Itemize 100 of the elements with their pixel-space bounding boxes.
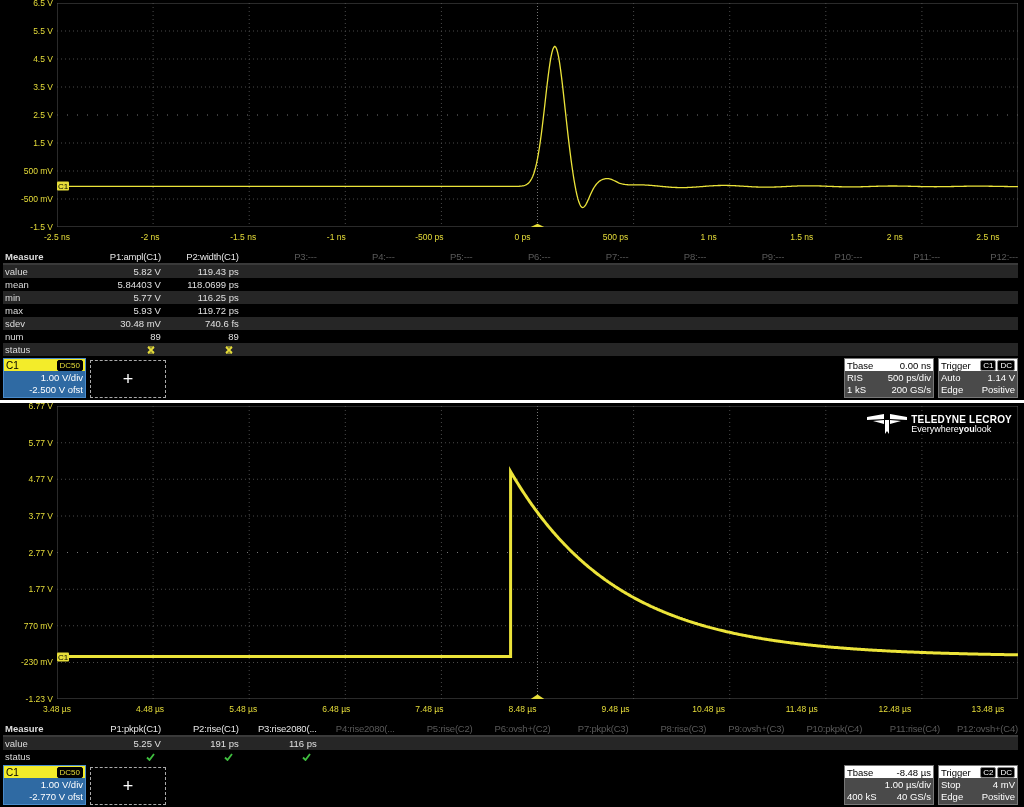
x-axis-label: 4.48 µs: [135, 704, 166, 714]
cross-icon: [224, 345, 233, 354]
parameter-header[interactable]: P2:rise(C1): [160, 722, 239, 734]
timebase-descriptor[interactable]: Tbase 0.00 ns RIS 500 ps/div 1 kS 200 GS/s: [844, 358, 934, 398]
row-label: num: [4, 331, 25, 342]
timebase-delay: -8.48 µs: [896, 766, 931, 778]
sample-rate: 200 GS/s: [890, 384, 931, 396]
measure-value: 5.25 V: [132, 738, 161, 749]
parameter-header[interactable]: P6:ovsh+(C2): [472, 722, 551, 734]
trigger-slope: Positive: [980, 384, 1015, 396]
x-axis-label: 1.5 ns: [789, 232, 815, 242]
measure-value: 5.84403 V: [116, 279, 161, 290]
sample-rate: 40 GS/s: [895, 791, 931, 803]
logo-tagline: Everywhereyoulook: [911, 424, 993, 434]
trigger-slope: Positive: [980, 791, 1015, 803]
logo-icon: [867, 414, 908, 434]
measure-value: 119.72 ps: [196, 305, 239, 316]
timebase-delay: 0.00 ns: [899, 359, 931, 371]
vertical-offset: -2.500 V ofst: [29, 384, 83, 396]
timebase-descriptor[interactable]: Tbase -8.48 µs 1.00 µs/div 400 kS 40 GS/s: [844, 765, 934, 805]
measure-value: 191 ps: [209, 738, 239, 749]
trigger-type: Edge: [941, 384, 964, 396]
parameter-header[interactable]: P6:---: [472, 250, 551, 262]
vertical-offset: -2.770 V ofst: [29, 791, 83, 803]
measure-value: 5.93 V: [132, 305, 161, 316]
parameter-header[interactable]: P12:---: [940, 250, 1018, 262]
vertical-scale: 1.00 V/div: [40, 372, 83, 384]
x-axis-label: 0 ps: [513, 232, 532, 242]
x-axis-label: -2.5 ns: [43, 232, 71, 242]
parameter-header[interactable]: P11:rise(C4): [862, 722, 941, 734]
cross-icon: [146, 345, 155, 354]
trigger-descriptor[interactable]: Trigger C1 DC Auto 1.14 V Edge Positive: [938, 358, 1018, 398]
sample-count: 400 kS: [847, 791, 877, 803]
parameter-header[interactable]: P11:---: [862, 250, 941, 262]
x-axis-label: 2 ns: [885, 232, 904, 242]
check-icon: [145, 752, 155, 761]
y-axis-label: 4.5 V: [32, 53, 54, 65]
coupling-badge: DC50: [56, 766, 83, 778]
ground-marker: C1: [57, 652, 70, 661]
y-axis-label: 1.5 V: [32, 137, 54, 149]
time-scale: 500 ps/div: [886, 372, 931, 384]
parameter-header[interactable]: P4:---: [316, 250, 395, 262]
parameter-header[interactable]: P12:ovsh+(C4): [940, 722, 1018, 734]
parameter-header[interactable]: P8:---: [628, 250, 707, 262]
y-axis-label: -230 mV: [19, 656, 54, 669]
y-axis-label: 3.77 V: [27, 509, 54, 522]
row-label: max: [4, 305, 24, 316]
channel-name: C1: [6, 359, 19, 371]
parameter-header[interactable]: P1:ampl(C1): [83, 250, 161, 262]
logo-wordmark: TELEDYNE LECROY: [911, 414, 1012, 425]
x-axis-label: 10.48 µs: [691, 704, 727, 714]
measure-value: 116 ps: [287, 738, 317, 749]
trigger-coupling-badge: DC: [997, 766, 1015, 778]
parameter-header[interactable]: P3:---: [238, 250, 317, 262]
parameter-header[interactable]: P3:rise2080(...: [238, 722, 317, 734]
trigger-descriptor[interactable]: Trigger C2 DC Stop 4 mV Edge Positive: [938, 765, 1018, 805]
x-axis-label: 3.48 µs: [41, 704, 73, 714]
measure-value: 89: [149, 331, 161, 342]
row-label: status: [4, 751, 32, 762]
trigger-title: Trigger: [941, 766, 971, 778]
trigger-source-badge: C1: [980, 359, 997, 371]
add-channel-button[interactable]: +: [90, 767, 166, 805]
parameter-header[interactable]: P9:---: [706, 250, 785, 262]
parameter-header[interactable]: P5:---: [394, 250, 473, 262]
add-channel-button[interactable]: +: [90, 360, 166, 398]
parameter-header[interactable]: P7:---: [550, 250, 629, 262]
row-label: value: [4, 266, 29, 277]
parameter-header[interactable]: P8:rise(C3): [628, 722, 707, 734]
parameter-header[interactable]: P5:rise(C2): [394, 722, 473, 734]
y-axis-label: 2.77 V: [27, 546, 54, 559]
x-axis-label: -1.5 ns: [229, 232, 258, 242]
trigger-coupling-badge: DC: [997, 359, 1015, 371]
trigger-level: 4 mV: [991, 779, 1015, 791]
y-axis-label: 500 mV: [22, 165, 54, 177]
parameter-header[interactable]: P2:width(C1): [160, 250, 239, 262]
measure-value: 30.48 mV: [119, 318, 161, 329]
row-label: mean: [4, 279, 30, 290]
y-axis-label: 6.77 V: [27, 400, 54, 412]
x-axis-label: 6.48 µs: [321, 704, 352, 714]
parameter-header[interactable]: P1:pkpk(C1): [83, 722, 161, 734]
measure-value: 740.6 fs: [204, 318, 239, 329]
channel-descriptor[interactable]: C1 DC50 1.00 V/div -2.770 V ofst: [3, 765, 86, 805]
parameter-header[interactable]: P10:---: [784, 250, 863, 262]
trigger-mode: Auto: [941, 372, 962, 384]
row-label: value: [4, 738, 29, 749]
parameter-header[interactable]: P10:pkpk(C4): [784, 722, 863, 734]
ground-marker: C1: [57, 181, 70, 191]
y-axis-label: 5.5 V: [32, 25, 54, 37]
y-axis-label: 5.77 V: [27, 436, 54, 449]
y-axis-label: -1.23 V: [24, 693, 54, 705]
acquisition-mode: RIS: [847, 372, 864, 384]
x-axis-label: 1 ns: [699, 232, 718, 242]
x-axis-label: 9.48 µs: [600, 704, 631, 714]
parameter-header[interactable]: P4:rise2080(...: [316, 722, 395, 734]
trigger-marker-icon: [530, 223, 545, 227]
parameter-header[interactable]: P7:pkpk(C3): [550, 722, 629, 734]
channel-descriptor[interactable]: C1 DC50 1.00 V/div -2.500 V ofst: [3, 358, 86, 398]
trigger-marker-icon: [530, 694, 545, 699]
parameter-header[interactable]: P9:ovsh+(C3): [706, 722, 785, 734]
check-icon: [301, 752, 311, 761]
